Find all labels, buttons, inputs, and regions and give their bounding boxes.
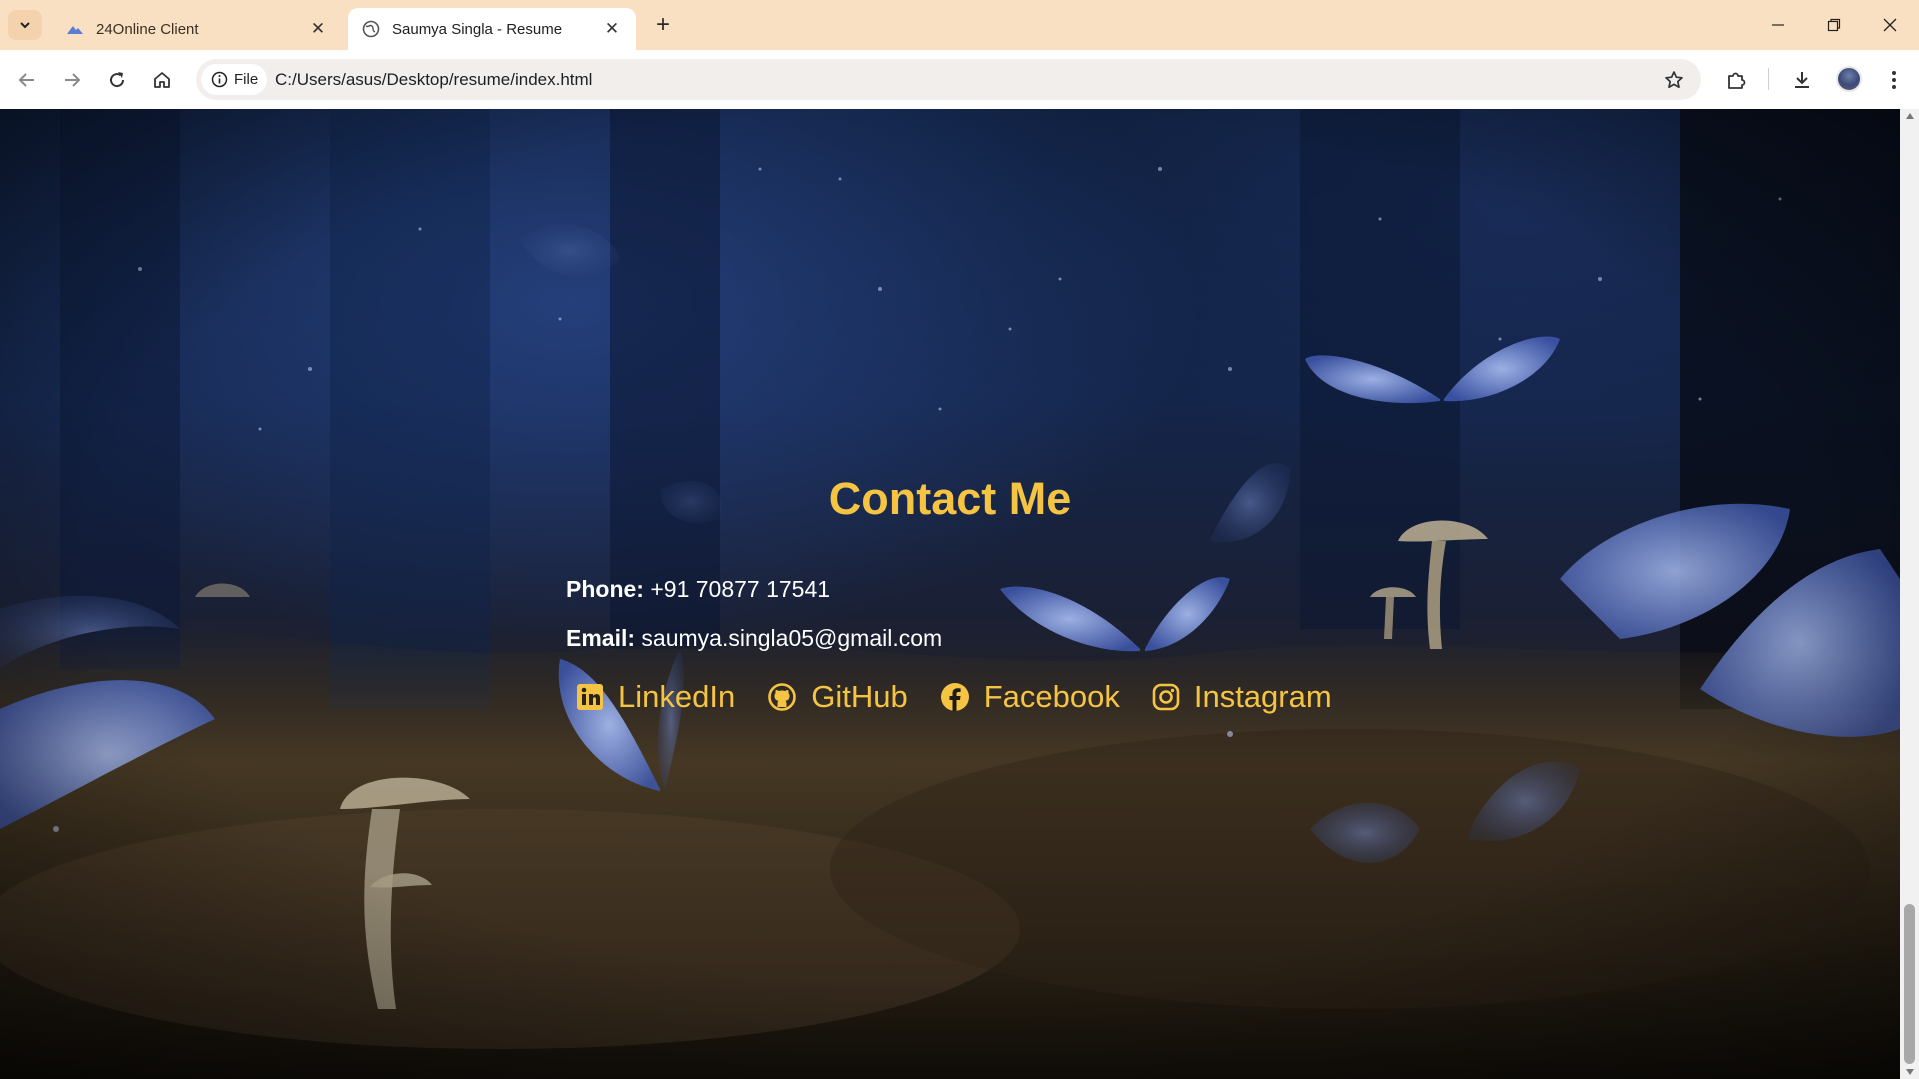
reload-button[interactable]	[101, 64, 133, 96]
tab-resume[interactable]: Saumya Singla - Resume ✕	[348, 8, 636, 50]
downloads-button[interactable]	[1786, 64, 1818, 96]
phone-value: +91 70877 17541	[650, 576, 831, 602]
page-viewport: Contact Me Phone: +91 70877 17541 Email:…	[0, 109, 1900, 1079]
site-info-label: File	[234, 71, 259, 88]
address-bar[interactable]: File C:/Users/asus/Desktop/resume/index.…	[196, 59, 1701, 100]
social-links: LinkedIn GitHub Facebook Instagram	[576, 679, 1332, 715]
github-icon	[768, 683, 797, 711]
instagram-link[interactable]: Instagram	[1152, 679, 1332, 715]
site-info-chip[interactable]: File	[201, 64, 267, 95]
more-vert-icon	[1892, 71, 1896, 89]
linkedin-label: LinkedIn	[618, 679, 736, 714]
vertical-scrollbar[interactable]	[1900, 109, 1919, 1079]
email-label: Email:	[566, 625, 636, 651]
github-link[interactable]: GitHub	[767, 679, 908, 715]
arrow-right-icon	[65, 73, 81, 87]
menu-button[interactable]	[1878, 64, 1910, 96]
globe-icon	[362, 20, 380, 38]
home-icon	[154, 72, 170, 88]
url-text[interactable]: C:/Users/asus/Desktop/resume/index.html	[275, 70, 592, 90]
profile-avatar[interactable]	[1836, 66, 1862, 92]
new-tab-button[interactable]: +	[650, 11, 676, 38]
chevron-down-icon	[20, 22, 30, 29]
contact-heading: Contact Me	[828, 473, 1072, 524]
info-icon	[211, 71, 228, 88]
email-value: saumya.singla05@gmail.com	[641, 625, 943, 651]
reload-icon	[110, 72, 125, 88]
back-button[interactable]	[11, 64, 43, 96]
linkedin-link[interactable]: LinkedIn	[576, 679, 735, 715]
restore-button[interactable]	[1806, 0, 1862, 50]
minimize-icon	[1772, 24, 1784, 26]
home-button[interactable]	[146, 64, 178, 96]
close-icon[interactable]: ✕	[602, 19, 622, 39]
tab-title: 24Online Client	[96, 20, 199, 38]
facebook-icon	[940, 683, 969, 711]
arrow-left-icon	[18, 73, 34, 87]
tab-24online-client[interactable]: 24Online Client ✕	[52, 8, 342, 50]
instagram-icon	[1152, 683, 1180, 711]
restore-icon	[1827, 18, 1841, 32]
mountain-icon	[66, 20, 84, 38]
tab-search-button[interactable]	[8, 10, 42, 40]
phone-label: Phone:	[566, 576, 644, 602]
puzzle-icon	[1728, 72, 1746, 89]
linkedin-icon	[577, 684, 603, 710]
scroll-down-arrow-icon[interactable]	[1906, 1069, 1914, 1075]
instagram-label: Instagram	[1193, 679, 1332, 714]
scroll-up-arrow-icon[interactable]	[1906, 113, 1914, 119]
close-icon[interactable]: ✕	[308, 19, 328, 39]
phone-line: Phone: +91 70877 17541	[566, 576, 830, 603]
bookmark-button[interactable]	[1661, 67, 1687, 93]
minimize-button[interactable]	[1750, 0, 1806, 50]
toolbar-divider	[1768, 68, 1769, 90]
tab-title: Saumya Singla - Resume	[392, 20, 563, 38]
download-icon	[1795, 72, 1809, 88]
tab-strip: 24Online Client ✕ Saumya Singla - Resume…	[0, 0, 1919, 50]
github-label: GitHub	[811, 679, 908, 714]
extensions-button[interactable]	[1720, 64, 1752, 96]
email-line: Email: saumya.singla05@gmail.com	[566, 625, 942, 652]
scrollbar-thumb[interactable]	[1904, 904, 1915, 1064]
close-icon	[1883, 18, 1897, 32]
forward-button[interactable]	[56, 64, 88, 96]
browser-toolbar: File C:/Users/asus/Desktop/resume/index.…	[0, 50, 1919, 109]
facebook-link[interactable]: Facebook	[940, 679, 1120, 715]
forest-background-image	[0, 109, 1900, 1079]
star-icon	[1665, 71, 1683, 89]
facebook-label: Facebook	[983, 679, 1120, 714]
close-window-button[interactable]	[1862, 0, 1918, 50]
